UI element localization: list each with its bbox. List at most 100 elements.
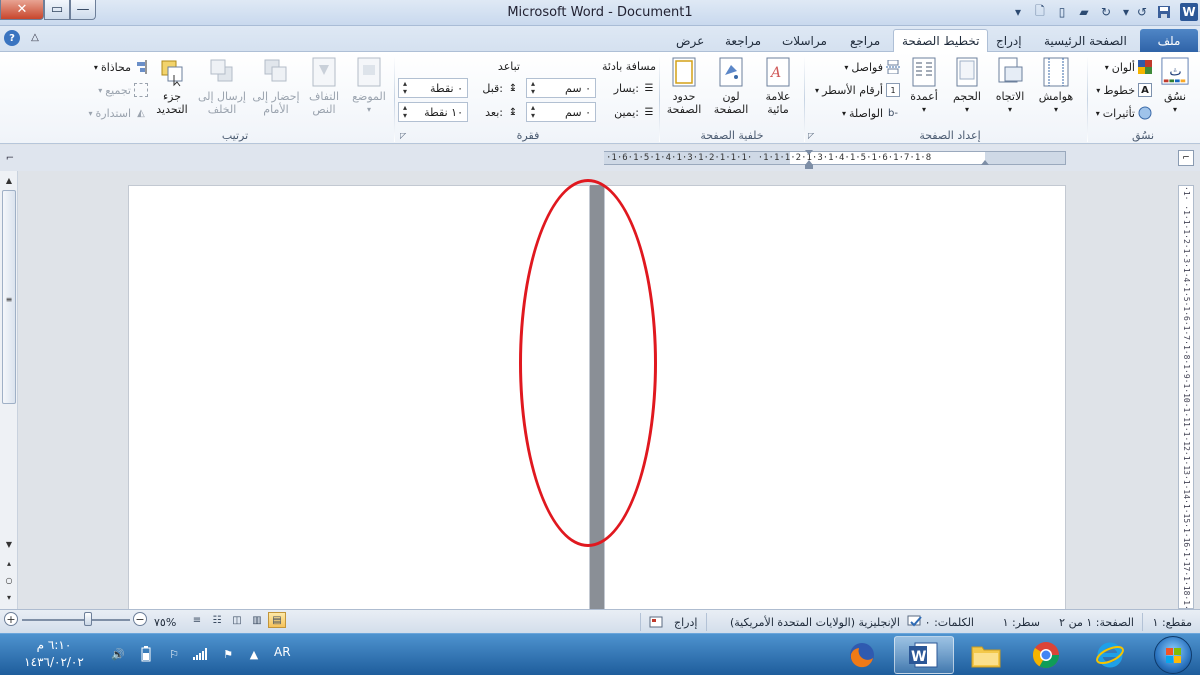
spinner-arrows-icon[interactable]: ▴ ▾ [527, 80, 539, 96]
save-icon[interactable] [1156, 4, 1172, 20]
network-tray-icon[interactable]: ⚑ [220, 646, 236, 662]
action-center-flag-icon[interactable]: ⚐ [166, 646, 182, 662]
rotate-button[interactable]: ▾ استدارة ◭ [78, 104, 148, 122]
page-setup-dialog-launcher-icon[interactable]: ◸ [808, 131, 818, 141]
minimize-button[interactable]: — [70, 0, 96, 20]
customize-quick-access-icon[interactable]: ▾ [1010, 4, 1026, 20]
status-section[interactable]: مقطع: ١ [1153, 614, 1192, 630]
spinner-arrows-icon[interactable]: ▴ ▾ [527, 104, 539, 120]
breaks-button[interactable]: ▾ فواصل [812, 58, 900, 76]
status-line[interactable]: سطر: ١ [1003, 614, 1040, 630]
page-color-button[interactable]: لون الصفحة [706, 57, 756, 127]
print-preview-icon[interactable]: 🗋 [1032, 4, 1048, 20]
new-document-icon[interactable]: ▯ [1054, 4, 1070, 20]
scroll-up-icon[interactable]: ▲ [2, 173, 16, 187]
tab-home[interactable]: الصفحة الرئيسية [1036, 29, 1135, 52]
orientation-button[interactable]: الاتجاه ▾ [988, 57, 1032, 127]
theme-fonts-button[interactable]: ▾ خطوط A [1090, 81, 1152, 99]
proofing-icon[interactable] [904, 614, 926, 630]
zoom-in-button[interactable]: + [4, 612, 18, 626]
maximize-button[interactable]: ▭ [44, 0, 70, 20]
open-folder-icon[interactable]: ▰ [1076, 4, 1092, 20]
tab-insert[interactable]: إدراج [988, 29, 1030, 52]
macro-recording-icon[interactable] [648, 614, 664, 630]
watermark-button[interactable]: A علامة مائية [756, 57, 800, 127]
tab-file[interactable]: ملف [1140, 29, 1198, 52]
help-icon[interactable]: ? [4, 30, 20, 46]
scroll-down-icon[interactable]: ▼ [2, 537, 16, 551]
system-clock[interactable]: ٦:١٠ م ١٤٣٦/٠٢/٠٢ [6, 637, 102, 673]
tab-mailings[interactable]: مراسلات [774, 29, 835, 52]
show-hidden-icons-icon[interactable]: ▲ [246, 646, 262, 662]
indent-right-spinner[interactable]: ▴ ▾ ٠ سم [526, 102, 596, 122]
first-line-indent-marker[interactable] [805, 150, 813, 155]
group-icon [134, 83, 148, 97]
taskbar-internet-explorer[interactable] [1080, 636, 1140, 674]
tab-review[interactable]: مراجعة [717, 29, 769, 52]
align-button[interactable]: ▾ محاذاة [84, 58, 148, 76]
zoom-level[interactable]: ٧٥% [154, 614, 176, 630]
taskbar-word[interactable]: W [894, 636, 954, 674]
view-ruler-icon[interactable]: ⌐ [1178, 150, 1194, 166]
outline-view-icon[interactable]: ☷ [208, 612, 226, 628]
minimize-ribbon-icon[interactable]: △ [28, 29, 42, 45]
undo-icon[interactable]: ↺ [1134, 4, 1150, 20]
zoom-out-button[interactable]: − [133, 612, 147, 626]
taskbar-firefox[interactable] [832, 636, 892, 674]
margins-button[interactable]: هوامش ▾ [1030, 57, 1082, 127]
undo-dropdown-icon[interactable]: ▾ [1118, 4, 1134, 20]
zoom-slider-track[interactable] [22, 619, 130, 621]
tab-view[interactable]: عرض [668, 29, 712, 52]
line-numbers-button[interactable]: ▾ أرقام الأسطر 1 [806, 81, 900, 99]
start-button[interactable] [1154, 636, 1192, 674]
select-browse-object-icon[interactable]: ○ [2, 573, 16, 587]
vertical-ruler[interactable]: ·1· ·1·1·1·2·1·3·1·4·1·5·1·6·1·7·1·8·1·9… [1178, 185, 1194, 609]
paragraph-dialog-launcher-icon[interactable]: ◸ [400, 131, 410, 141]
spacing-before-spinner[interactable]: ▴ ▾ ٠ نقطة [398, 78, 468, 98]
spinner-arrows-icon[interactable]: ▴ ▾ [399, 80, 411, 96]
size-button[interactable]: الحجم ▾ [946, 57, 988, 127]
zoom-slider-thumb[interactable] [84, 612, 92, 626]
wrap-text-button[interactable]: التفاف النص [302, 57, 346, 127]
status-insert-mode[interactable]: إدراج [674, 614, 697, 630]
hyphenation-button[interactable]: ▾ الواصلة b- [824, 104, 900, 122]
signal-strength-icon[interactable] [192, 646, 208, 662]
battery-icon[interactable] [138, 646, 154, 662]
theme-colors-button[interactable]: ▾ ألوان [1090, 58, 1152, 76]
volume-icon[interactable]: 🔊 [110, 646, 126, 662]
themes-button[interactable]: ث نسُق ▾ [1154, 57, 1196, 127]
previous-page-icon[interactable]: ▴ [2, 556, 16, 570]
next-page-icon[interactable]: ▾ [2, 590, 16, 604]
status-word-count[interactable]: الكلمات: ٠ [925, 614, 974, 630]
draft-view-icon[interactable]: ≡ [188, 612, 206, 628]
spinner-arrows-icon[interactable]: ▴ ▾ [399, 104, 411, 120]
columns-button[interactable]: أعمدة ▾ [904, 57, 944, 127]
web-layout-view-icon[interactable]: ◫ [228, 612, 246, 628]
tab-page-layout[interactable]: تخطيط الصفحة [893, 29, 989, 52]
right-indent-marker[interactable] [981, 160, 989, 165]
send-backward-button[interactable]: إرسال إلى الخلف [196, 57, 248, 127]
indent-left-spinner[interactable]: ▴ ▾ ٠ سم [526, 78, 596, 98]
page-borders-button[interactable]: حدود الصفحة [662, 57, 706, 127]
left-indent-marker[interactable] [805, 165, 813, 169]
status-language[interactable]: الإنجليزية (الولايات المتحدة الأمريكية) [730, 614, 900, 630]
bring-forward-button[interactable]: إحضار إلى الأمام [250, 57, 302, 127]
print-layout-view-icon[interactable]: ▤ [268, 612, 286, 628]
position-button[interactable]: الموضع ▾ [348, 57, 390, 127]
redo-icon[interactable]: ↻ [1098, 4, 1114, 20]
group-button[interactable]: ▾ تجميع [84, 81, 148, 99]
document-page-1[interactable] [604, 185, 1066, 615]
selection-pane-button[interactable]: جزء التحديد [150, 57, 194, 127]
taskbar-file-explorer[interactable] [956, 636, 1016, 674]
taskbar-chrome[interactable] [1016, 636, 1076, 674]
status-page[interactable]: الصفحة: ١ من ٢ [1059, 614, 1134, 630]
input-language[interactable]: AR [274, 645, 291, 659]
word-app-icon[interactable]: W [1180, 3, 1198, 21]
tab-references[interactable]: مراجع [842, 29, 888, 52]
theme-effects-button[interactable]: ▾ تأثيرات [1090, 104, 1152, 122]
spacing-after-spinner[interactable]: ▴ ▾ ١٠ نقطة [398, 102, 468, 122]
close-button[interactable]: ✕ [0, 0, 44, 20]
tab-stop-selector-icon[interactable]: ⌐ [2, 150, 18, 166]
watermark-label: علامة [765, 90, 791, 103]
full-screen-reading-view-icon[interactable]: ▥ [248, 612, 266, 628]
